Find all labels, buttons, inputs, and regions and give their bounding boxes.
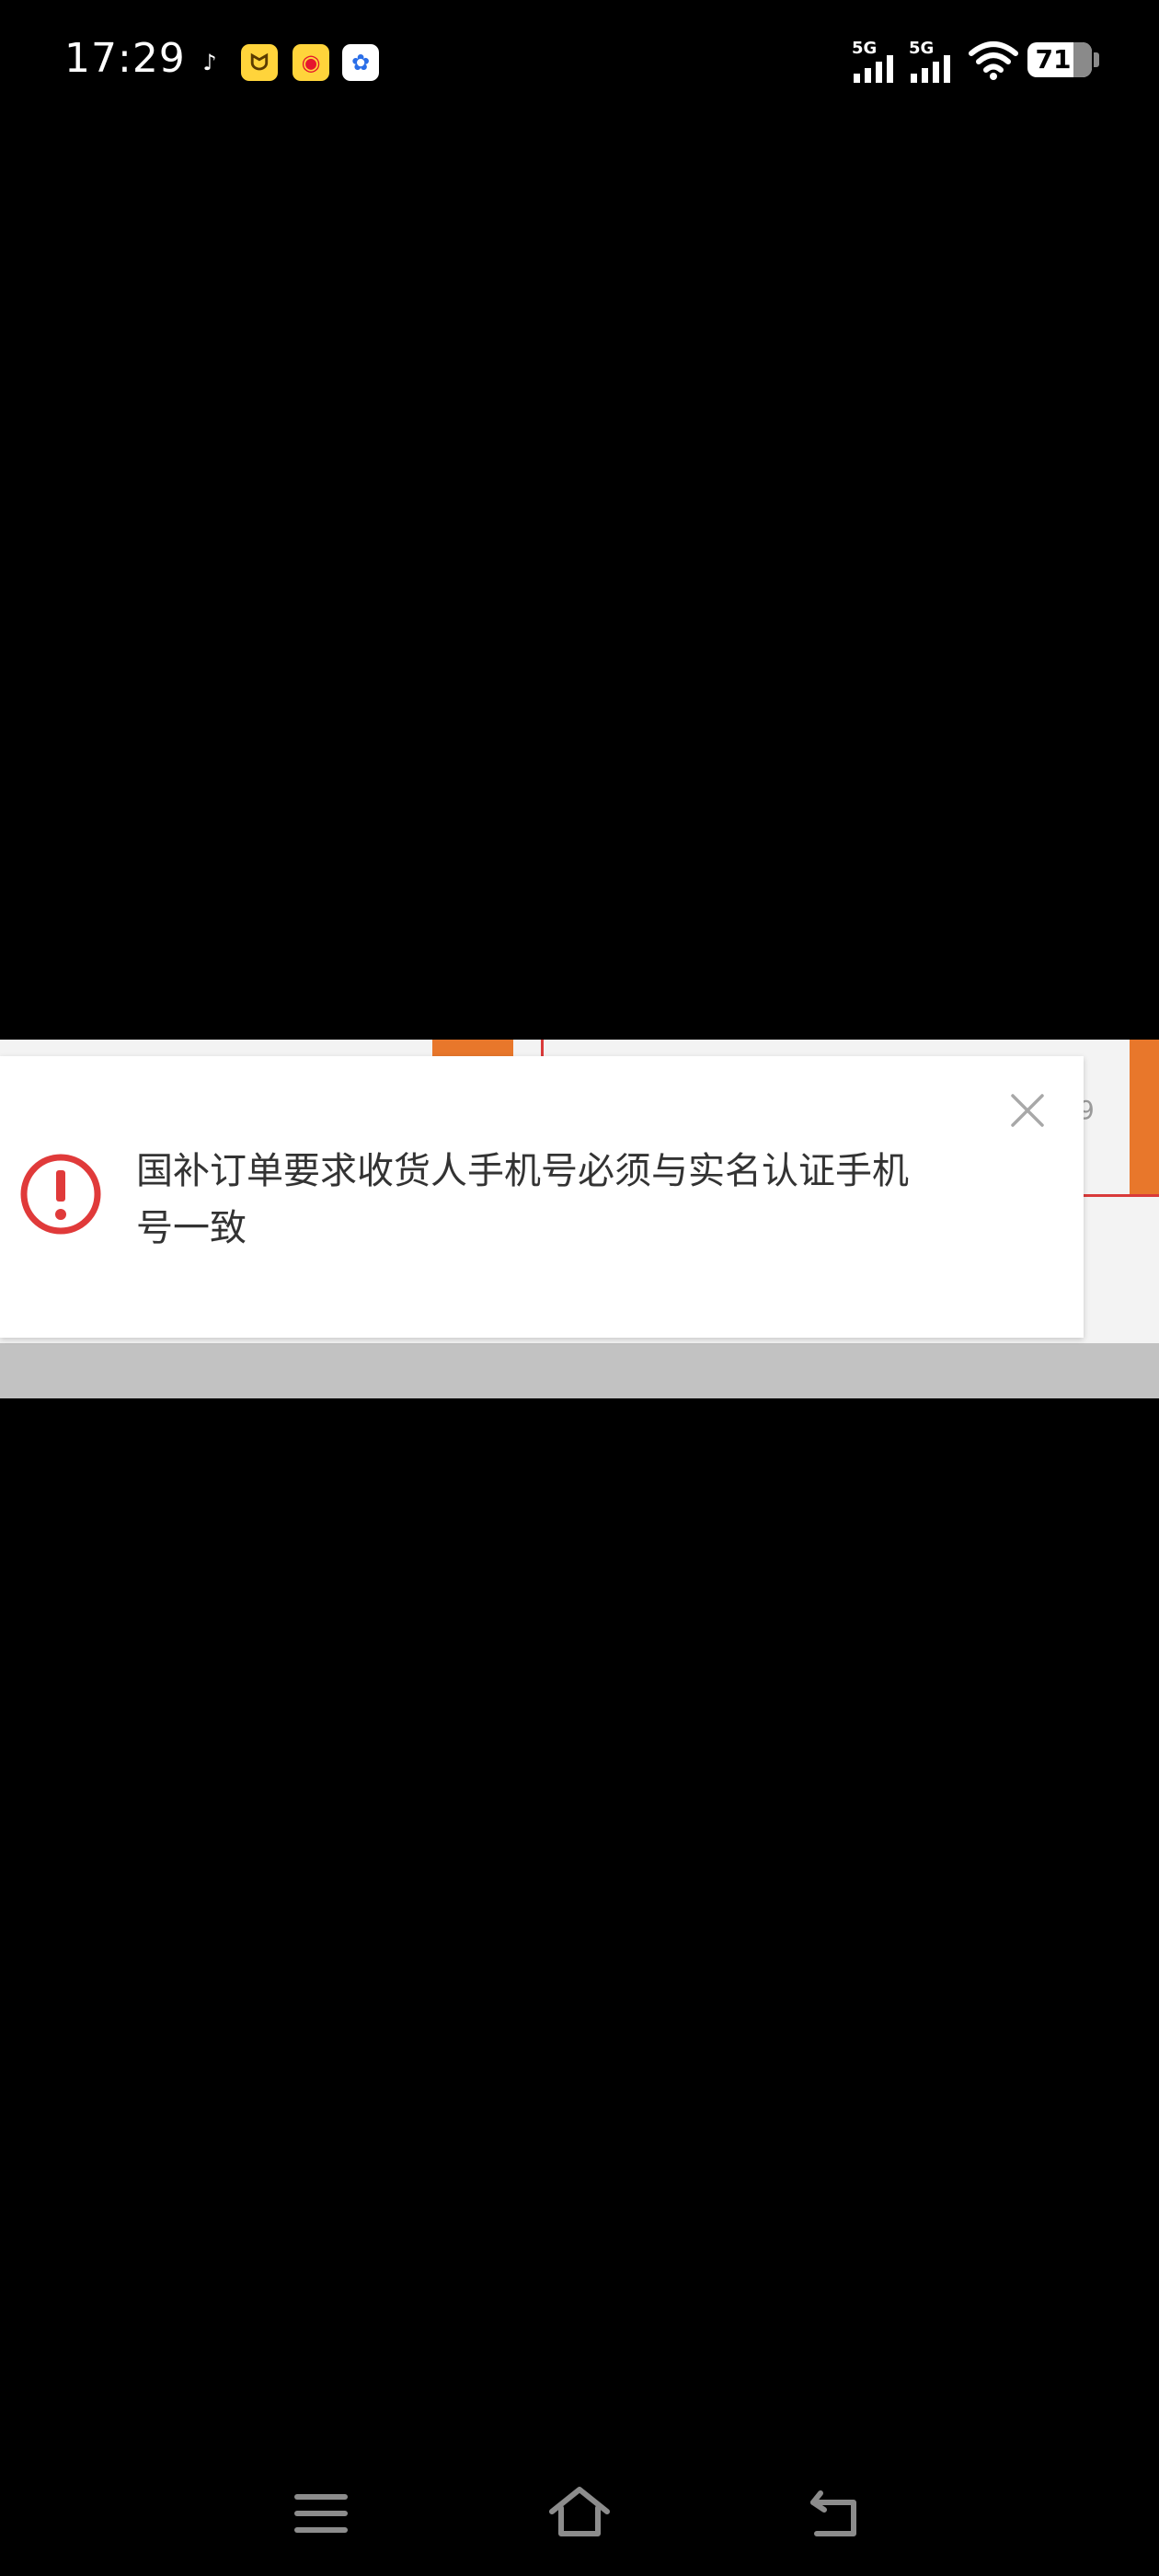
status-bar: 17:29 ♪ ᗢ ◉ ✿ 5G 5G 71 [0,0,1159,120]
signal-strength-icon-2: 5G [909,39,960,83]
dialog-message: 国补订单要求收货人手机号必须与实名认证手机号一致 [136,1150,909,1249]
home-icon[interactable] [546,2480,613,2547]
battery-icon: 71 [1027,42,1092,77]
tiktok-icon: ♪ [191,44,228,81]
background-orange-tab [432,1040,513,1056]
phone-screen: 17:29 ♪ ᗢ ◉ ✿ 5G 5G 71 9 国补订单要求收货人手机号必须与… [0,0,1159,2576]
alert-dialog: 国补订单要求收货人手机号必须与实名认证手机号一致 [0,1056,1084,1338]
background-gray-strip [0,1343,1159,1398]
status-time: 17:29 [64,35,186,82]
signal-strength-icon: 5G [852,39,903,83]
bunny-app-icon: ᗢ [241,44,278,81]
battery-level: 71 [1035,44,1072,75]
background-orange-button [1130,1040,1159,1196]
weibo-icon: ◉ [293,44,329,81]
background-red-underline [1084,1194,1159,1197]
menu-icon[interactable] [288,2480,354,2547]
navigation-bar [0,2447,1159,2576]
baidu-icon: ✿ [342,44,379,81]
back-icon[interactable] [804,2480,870,2547]
alert-icon [20,1154,101,1235]
wifi-icon [969,41,1018,80]
close-icon[interactable] [1004,1087,1050,1133]
battery-tip [1094,52,1099,67]
